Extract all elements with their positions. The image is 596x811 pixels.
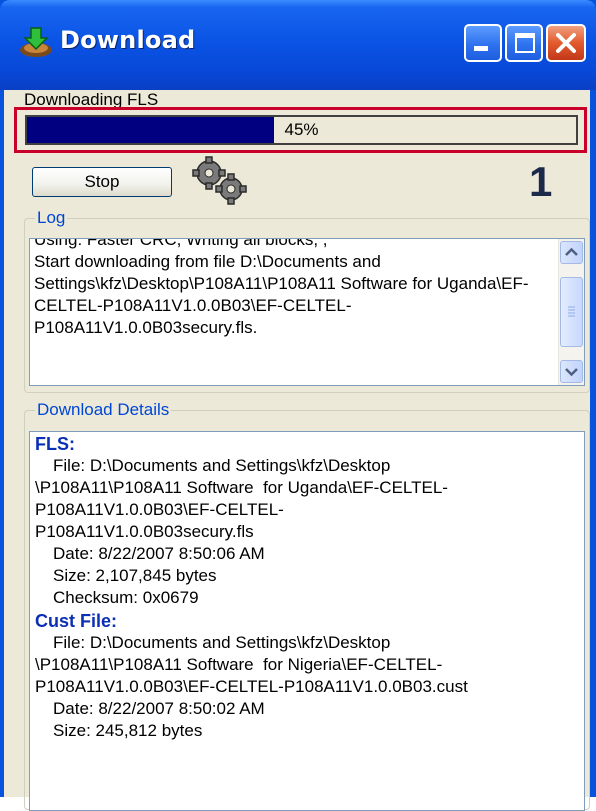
- gears-icon: [192, 156, 247, 205]
- fls-checksum: Checksum: 0x0679: [53, 588, 199, 607]
- stop-button[interactable]: Stop: [32, 167, 172, 197]
- cust-size: Size: 245,812 bytes: [53, 721, 203, 740]
- minimize-icon: [474, 46, 488, 51]
- progress-bar: 45%: [25, 115, 578, 145]
- fls-file-line: P108A11V1.0.0B03\EF-CELTEL-: [35, 500, 284, 519]
- scroll-up-button[interactable]: [560, 241, 583, 264]
- close-button[interactable]: [546, 24, 586, 62]
- title-bar[interactable]: Download: [0, 0, 596, 90]
- fls-size: Size: 2,107,845 bytes: [53, 566, 217, 585]
- cust-file-line: File: D:\Documents and Settings\kfz\Desk…: [53, 633, 391, 652]
- log-scrollbar[interactable]: [558, 239, 584, 385]
- client-area: Downloading FLS 45% Stop 1 Log Using: Fa…: [4, 90, 590, 811]
- cust-file-line: P108A11V1.0.0B03\EF-CELTEL-P108A11V1.0.0…: [35, 677, 468, 696]
- progress-text: 45%: [284, 120, 319, 139]
- cust-heading: Cust File:: [35, 611, 118, 631]
- step-number: 1: [529, 158, 553, 205]
- app-download-icon: [20, 27, 52, 57]
- scroll-up-icon: [565, 247, 578, 256]
- maximize-button[interactable]: [505, 24, 543, 62]
- details-content: FLS: File: D:\Documents and Settings\kfz…: [35, 432, 580, 742]
- cust-date: Date: 8/22/2007 8:50:02 AM: [53, 699, 265, 718]
- download-details-groupbox: Download Details FLS: File: D:\Documents…: [24, 400, 590, 811]
- log-group-label: Log: [35, 208, 68, 228]
- log-textbox[interactable]: Using: Faster CRC, Writing all blocks, ,…: [29, 238, 585, 386]
- progress-highlight-frame: 45%: [14, 107, 587, 153]
- download-window: Download Downloading FLS 45% Stop 1 Log …: [0, 0, 596, 811]
- maximize-icon: [515, 33, 535, 53]
- minimize-button[interactable]: [464, 24, 502, 62]
- details-textbox[interactable]: FLS: File: D:\Documents and Settings\kfz…: [29, 431, 585, 811]
- scroll-thumb[interactable]: [560, 277, 583, 347]
- close-icon: [556, 33, 576, 53]
- fls-file-line: \P108A11\P108A11 Software for Uganda\EF-…: [35, 478, 448, 497]
- log-groupbox: Log Using: Faster CRC, Writing all block…: [24, 208, 590, 393]
- cust-file-line: \P108A11\P108A11 Software for Nigeria\EF…: [35, 655, 443, 674]
- window-title: Download: [60, 26, 196, 54]
- scroll-down-button[interactable]: [560, 360, 583, 383]
- scroll-down-icon: [565, 368, 578, 377]
- log-text: Using: Faster CRC, Writing all blocks, ,…: [34, 238, 529, 337]
- fls-date: Date: 8/22/2007 8:50:06 AM: [53, 544, 265, 563]
- scroll-grip-icon: [568, 306, 575, 317]
- details-group-label: Download Details: [35, 400, 172, 420]
- fls-file-line: File: D:\Documents and Settings\kfz\Desk…: [53, 456, 391, 475]
- fls-file-line: P108A11V1.0.0B03secury.fls: [35, 522, 254, 541]
- fls-heading: FLS:: [35, 434, 75, 454]
